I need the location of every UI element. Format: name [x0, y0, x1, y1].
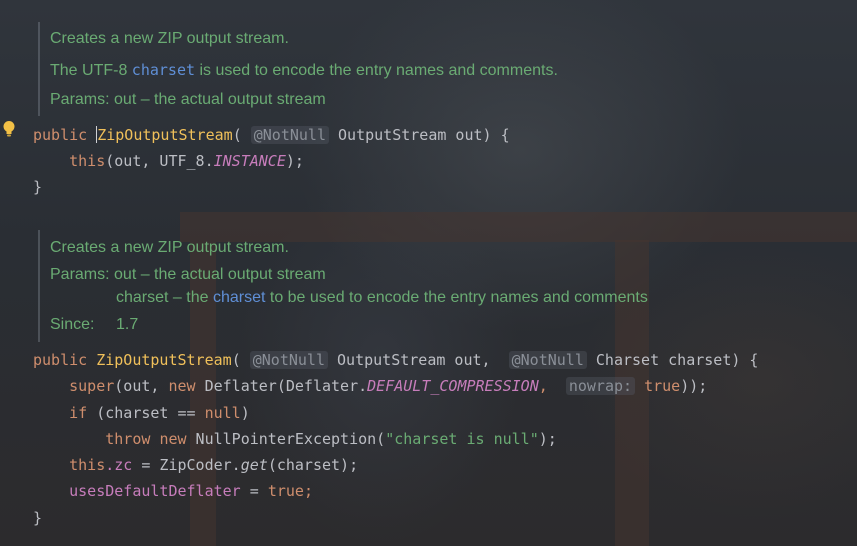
code-text: );	[285, 152, 304, 170]
constant[interactable]: INSTANCE	[214, 152, 286, 170]
keyword: this	[69, 152, 106, 170]
doc-line: The UTF-8 charset is used to encode the …	[50, 61, 558, 80]
doc-since-value: 1.7	[116, 316, 139, 333]
code-line: this.zc = ZipCoder.get(charset);	[33, 455, 358, 475]
code-text: ));	[680, 377, 708, 395]
code-line: super(out, new Deflater(Deflater.DEFAULT…	[33, 376, 707, 396]
charset-link[interactable]: charset	[132, 61, 195, 79]
code-line: this(out, UTF_8.INSTANCE);	[33, 151, 304, 171]
punct: ;	[303, 482, 313, 500]
doc-params-line: Params: out – the actual output stream	[50, 91, 326, 108]
code-text: =	[240, 482, 268, 500]
keyword: if	[69, 404, 88, 422]
code-text: (charset	[87, 404, 178, 422]
method-call[interactable]: get	[241, 456, 268, 474]
keyword: true	[644, 377, 681, 395]
code-line: throw new NullPointerException("charset …	[33, 429, 557, 449]
code-text: )	[240, 404, 250, 422]
method-name[interactable]: ZipOutputStream	[97, 126, 232, 144]
doc-comment-2: Creates a new ZIP output stream. Params:…	[38, 230, 857, 342]
param-hint: nowrap:	[565, 377, 636, 395]
code-line: }	[33, 177, 42, 197]
field[interactable]: .zc	[105, 456, 132, 474]
code-line: if (charset == null)	[33, 403, 250, 423]
lightbulb-icon[interactable]	[2, 120, 16, 138]
keyword: throw	[105, 430, 151, 448]
annotation-notnull[interactable]: @NotNull	[508, 351, 587, 369]
brace: }	[33, 178, 43, 196]
keyword: public	[33, 351, 88, 369]
keyword: this	[69, 456, 106, 474]
params: OutputStream out) {	[329, 126, 510, 144]
method-name[interactable]: ZipOutputStream	[96, 351, 231, 369]
keyword: super	[69, 377, 115, 395]
charset-link[interactable]: charset	[213, 289, 265, 306]
annotation-notnull[interactable]: @NotNull	[250, 126, 329, 144]
doc-params-line: charset – the charset to be used to enco…	[116, 289, 648, 307]
doc-line: Creates a new ZIP output stream.	[50, 239, 289, 256]
punct: ,	[538, 377, 557, 395]
code-text: (out,	[114, 377, 169, 395]
doc-text: to be used to encode the entry names and…	[265, 289, 648, 306]
code-line: usesDefaultDeflater = true;	[33, 481, 313, 501]
code-text[interactable]: NullPointerException(	[187, 430, 386, 448]
string-literal: "charset is null"	[385, 430, 539, 448]
doc-line: Creates a new ZIP output stream.	[50, 30, 289, 47]
code-line: public ZipOutputStream( @NotNull OutputS…	[33, 125, 510, 145]
punct: (	[231, 351, 241, 369]
doc-text: The UTF-8	[50, 62, 132, 79]
params: OutputStream out,	[328, 351, 500, 369]
brace: }	[33, 509, 43, 527]
doc-comment-1: Creates a new ZIP output stream. The UTF…	[38, 22, 857, 116]
params: Charset charset) {	[586, 351, 759, 369]
doc-params-line: Params: out – the actual output stream	[50, 266, 326, 283]
punct: (	[232, 126, 242, 144]
code-text: (out, UTF_8.	[105, 152, 214, 170]
constant[interactable]: DEFAULT_COMPRESSION	[367, 377, 539, 395]
keyword: true	[267, 482, 304, 500]
doc-text: is used to encode the entry names and co…	[195, 62, 558, 79]
operator: ==	[177, 404, 196, 422]
keyword: public	[33, 126, 88, 144]
keyword: new	[159, 430, 187, 448]
keyword: new	[168, 377, 196, 395]
doc-since-label: Since:	[50, 316, 95, 333]
code-line: public ZipOutputStream( @NotNull OutputS…	[33, 350, 758, 370]
code-line: }	[33, 508, 42, 528]
keyword: null	[204, 404, 241, 422]
code-text: Deflater(Deflater.	[195, 377, 368, 395]
annotation-notnull[interactable]: @NotNull	[249, 351, 328, 369]
field[interactable]: usesDefaultDeflater	[69, 482, 241, 500]
doc-text: charset – the	[116, 289, 213, 306]
code-text: = ZipCoder.	[132, 456, 241, 474]
code-text: (charset);	[267, 456, 359, 474]
code-text: );	[538, 430, 557, 448]
